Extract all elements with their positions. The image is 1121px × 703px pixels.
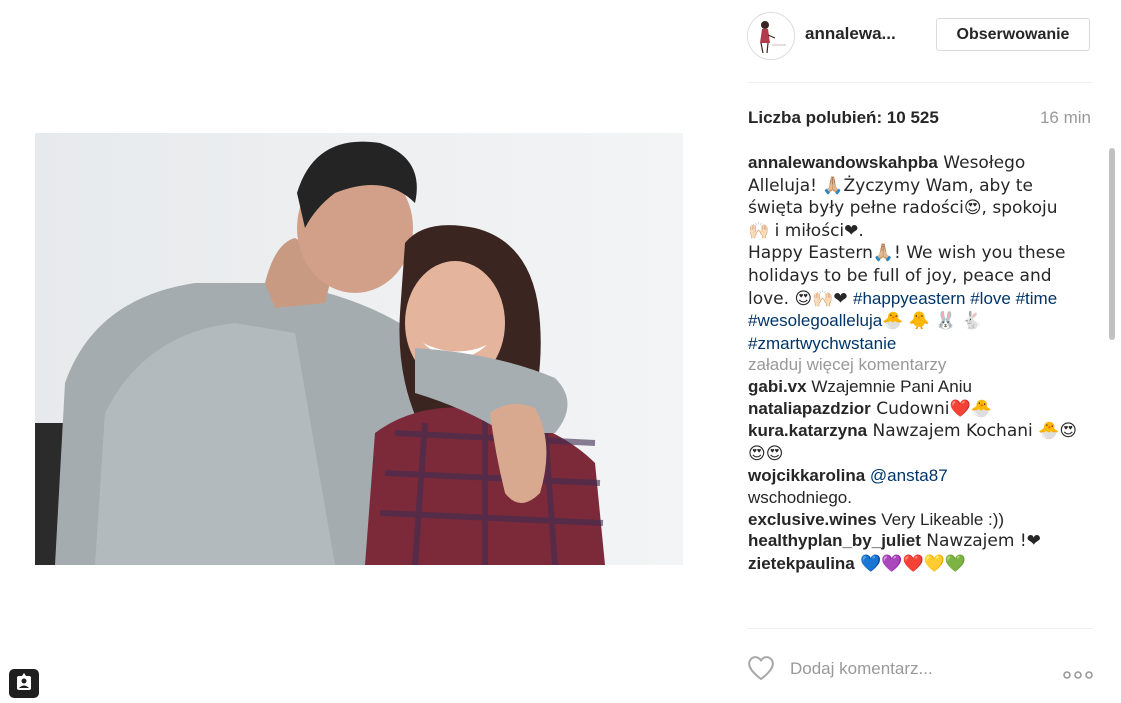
comment-item: wojcikkarolina @ansta87 wschodniego.: [748, 465, 1078, 508]
comment-item: gabi.vx Wzajemnie Pani Aniu: [748, 376, 1078, 398]
load-more-comments-link[interactable]: załaduj więcej komentarzy: [748, 354, 1078, 376]
avatar[interactable]: [747, 12, 795, 60]
comment-item: zietekpaulina 💙💜❤️💛💚: [748, 553, 1078, 576]
comment-text: Wzajemnie Pani Aniu: [806, 376, 972, 396]
comment-author[interactable]: exclusive.wines: [748, 510, 877, 529]
hashtag-link[interactable]: #time: [1016, 289, 1058, 308]
caption-emoji: 🐣 🐥 🐰: [882, 311, 957, 332]
likes-count[interactable]: Liczba polubień: 10 525: [748, 108, 939, 128]
comment-author[interactable]: gabi.vx: [748, 377, 807, 396]
post-username[interactable]: annalewa...: [805, 24, 915, 44]
caption-author[interactable]: annalewandowskahpba: [748, 153, 938, 172]
comment-item: nataliapazdzior Cudowni❤️🐣: [748, 398, 1078, 421]
comment-author[interactable]: zietekpaulina: [748, 554, 855, 573]
comment-author[interactable]: nataliapazdzior: [748, 399, 871, 418]
comments-scrollbar-thumb[interactable]: [1109, 148, 1115, 340]
caption-emoji: 🐇: [961, 311, 983, 332]
divider: [747, 82, 1093, 83]
comment-author[interactable]: kura.katarzyna: [748, 421, 867, 440]
comment-author[interactable]: healthyplan_by_juliet: [748, 531, 921, 550]
like-button[interactable]: [747, 655, 775, 681]
comment-item: healthyplan_by_juliet Nawzajem !❤: [748, 530, 1078, 553]
post-header: annalewa... Obserwowanie: [747, 12, 1093, 62]
comment-text: Very Likeable :)): [876, 509, 1005, 529]
hashtag-link[interactable]: #love: [970, 289, 1011, 308]
post-caption: annalewandowskahpba Wesołego Alleluja! 🙏…: [748, 152, 1078, 354]
avatar-illustration-icon: [748, 13, 794, 59]
comment-item: exclusive.wines Very Likeable :)): [748, 509, 1078, 531]
hashtag-link[interactable]: #wesolegoalleluja: [748, 311, 882, 330]
add-comment-input[interactable]: Dodaj komentarz...: [790, 659, 933, 679]
comment-text: wschodniego.: [748, 487, 852, 507]
post-photo[interactable]: [35, 133, 683, 565]
post-time[interactable]: 16 min: [1040, 108, 1091, 128]
comments-list: annalewandowskahpba Wesołego Alleluja! 🙏…: [748, 152, 1078, 628]
comment-text: Cudowni❤️🐣: [870, 398, 992, 419]
follow-button[interactable]: Obserwowanie: [936, 18, 1090, 51]
tag-user-button[interactable]: [9, 669, 39, 698]
heart-icon: [748, 656, 774, 681]
hashtag-link[interactable]: #happyeastern: [853, 289, 965, 308]
more-options-icon: [1063, 671, 1093, 679]
hashtag-link[interactable]: #zmartwychwstanie: [748, 334, 896, 353]
comment-author[interactable]: wojcikkarolina: [748, 466, 865, 485]
comment-item: kura.katarzyna Nawzajem Kochani 🐣😍😍😍: [748, 420, 1078, 465]
comment-mention-link[interactable]: @ansta87: [870, 466, 948, 485]
comment-text: Nawzajem !❤: [920, 531, 1041, 552]
comment-text: 💙💜❤️💛💚: [854, 553, 967, 574]
more-options-button[interactable]: [1063, 666, 1093, 679]
divider: [747, 628, 1093, 629]
tag-user-icon: [17, 673, 31, 690]
post-side-panel: annalewa... Obserwowanie Liczba polubień…: [747, 0, 1115, 701]
